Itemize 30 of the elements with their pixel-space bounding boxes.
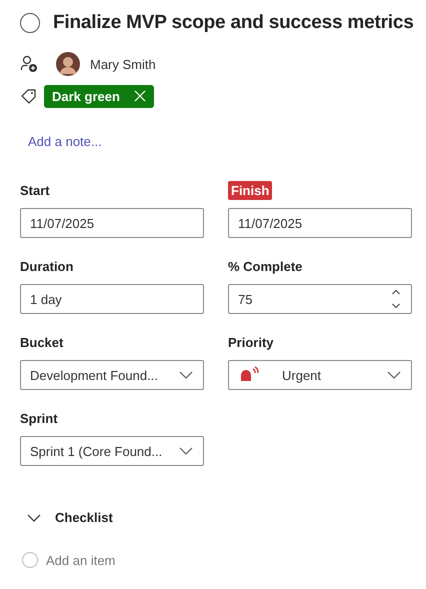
label-text: Dark green xyxy=(52,88,120,104)
chevron-down-icon xyxy=(179,371,193,379)
add-note-link[interactable]: Add a note... xyxy=(28,134,102,149)
field-label: Duration xyxy=(20,258,74,276)
checklist-heading: Checklist xyxy=(55,510,113,525)
input-field[interactable]: 1 day xyxy=(20,284,204,314)
complete-checkbox[interactable] xyxy=(20,13,40,33)
dropdown[interactable]: Sprint 1 (Core Found... xyxy=(20,436,204,466)
chevron-down-icon xyxy=(179,447,193,455)
assign-person-icon[interactable] xyxy=(20,55,38,73)
assignee-name: Mary Smith xyxy=(90,56,156,72)
close-icon[interactable] xyxy=(134,90,146,102)
field-label: Finish xyxy=(228,181,272,200)
input-field[interactable]: 11/07/2025 xyxy=(20,208,204,238)
field-label: Priority xyxy=(228,334,274,352)
field-label: % Complete xyxy=(228,258,302,276)
dropdown[interactable]: Urgent xyxy=(228,360,412,390)
task-title: Finalize MVP scope and success metrics xyxy=(53,12,414,34)
dropdown[interactable]: Development Found... xyxy=(20,360,204,390)
field-label: Start xyxy=(20,182,50,200)
number-field[interactable]: 75 xyxy=(228,284,412,314)
chevron-icon[interactable] xyxy=(27,514,41,522)
field-label: Bucket xyxy=(20,334,64,352)
field-label: Sprint xyxy=(20,410,58,428)
tag-icon[interactable] xyxy=(20,87,38,105)
avatar xyxy=(56,52,80,76)
spinner-icon[interactable] xyxy=(391,288,401,310)
input-field[interactable]: 11/07/2025 xyxy=(228,208,412,238)
urgent-bell-icon xyxy=(238,366,260,384)
chevron-down-icon xyxy=(387,371,401,379)
